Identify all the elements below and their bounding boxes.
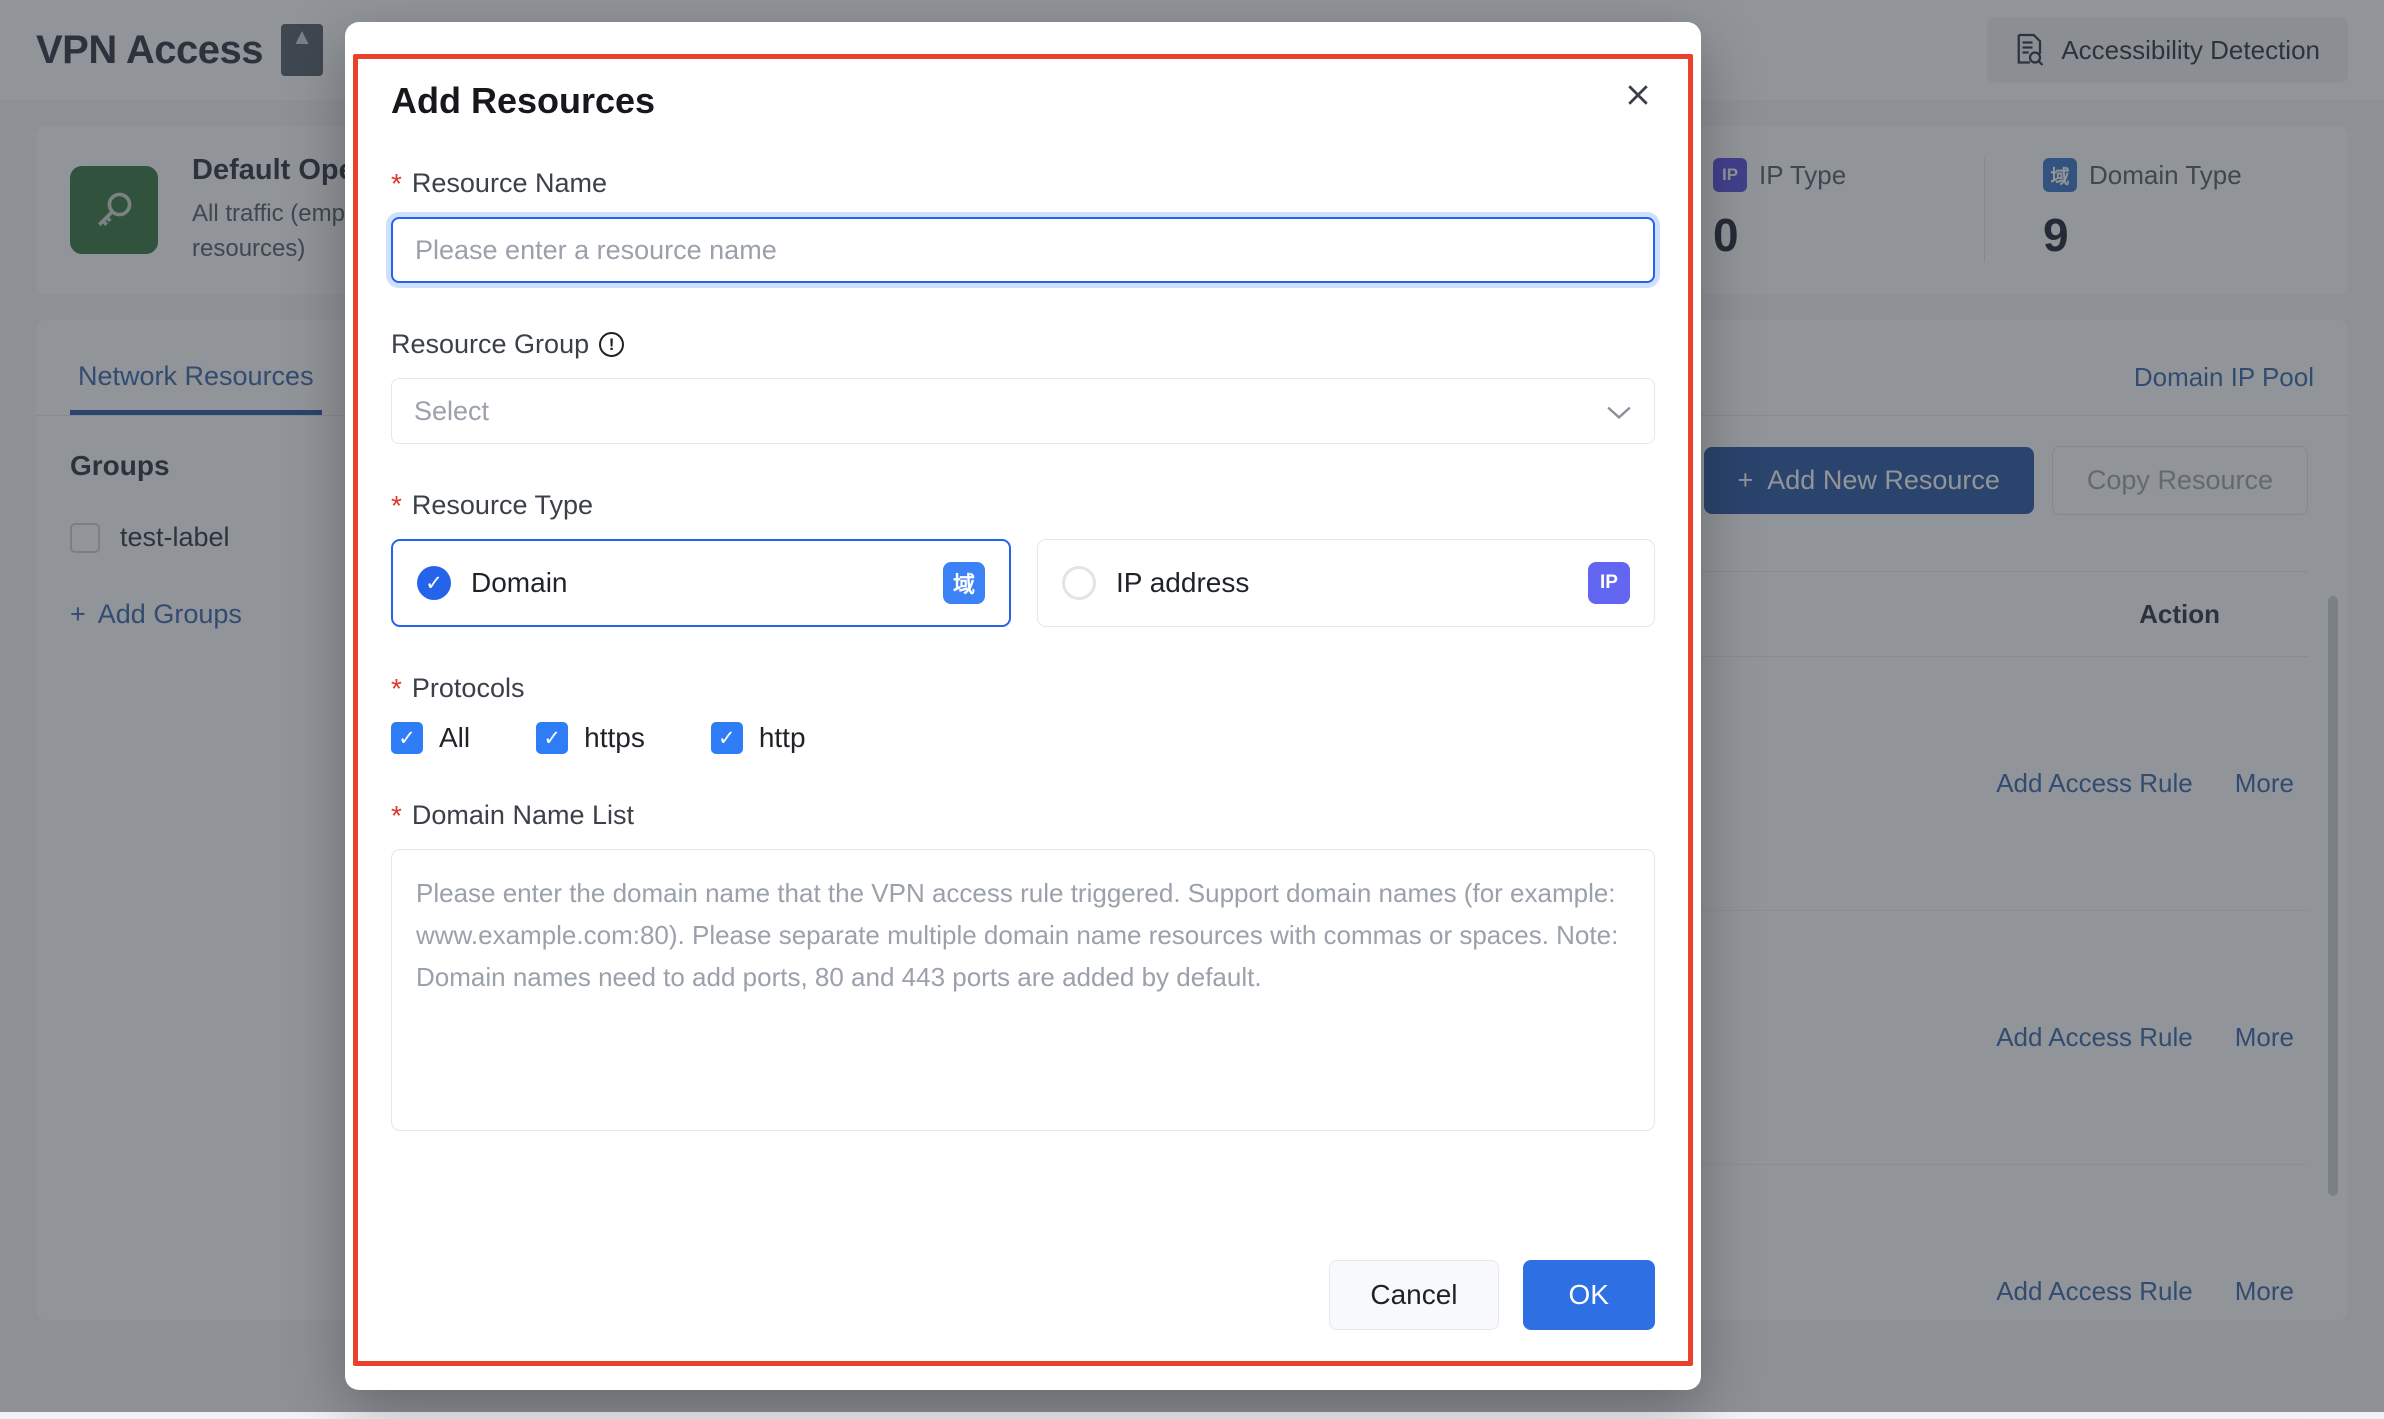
required-asterisk: * bbox=[391, 672, 402, 704]
required-asterisk: * bbox=[391, 167, 402, 199]
resource-group-label-row: Resource Group ! bbox=[391, 329, 1655, 360]
domain-name-list-field: * Domain Name List Please enter the doma… bbox=[391, 800, 1655, 1131]
protocols-options: ✓ All ✓ https ✓ http bbox=[391, 722, 1655, 754]
domain-name-list-label-row: * Domain Name List bbox=[391, 800, 1655, 831]
dialog-footer: Cancel OK bbox=[1329, 1260, 1655, 1330]
domain-name-list-placeholder: Please enter the domain name that the VP… bbox=[416, 878, 1619, 993]
protocol-option-all[interactable]: ✓ All bbox=[391, 722, 470, 754]
resource-group-placeholder: Select bbox=[414, 395, 490, 426]
protocol-option-http[interactable]: ✓ http bbox=[710, 722, 806, 754]
checkbox-checked-icon: ✓ bbox=[710, 722, 743, 754]
radio-unselected-icon bbox=[1062, 566, 1096, 600]
resource-name-label: Resource Name bbox=[411, 168, 607, 198]
resource-type-label-row: * Resource Type bbox=[391, 490, 1655, 521]
close-icon[interactable] bbox=[1621, 80, 1655, 114]
ok-button[interactable]: OK bbox=[1522, 1260, 1655, 1330]
resource-name-field: * Resource Name Please enter a resource … bbox=[391, 168, 1655, 283]
resource-group-select[interactable]: Select bbox=[391, 378, 1655, 444]
info-icon[interactable]: ! bbox=[599, 332, 625, 357]
protocols-label: Protocols bbox=[411, 673, 525, 703]
required-asterisk: * bbox=[391, 799, 402, 831]
dialog-title: Add Resources bbox=[391, 80, 656, 121]
resource-name-input[interactable]: Please enter a resource name bbox=[391, 217, 1655, 283]
protocols-label-row: * Protocols bbox=[391, 673, 1655, 704]
protocol-all-label: All bbox=[439, 722, 471, 753]
protocol-option-https[interactable]: ✓ https bbox=[536, 722, 645, 754]
protocol-https-label: https bbox=[584, 722, 645, 753]
resource-group-label: Resource Group bbox=[391, 329, 590, 359]
resource-name-label-row: * Resource Name bbox=[391, 168, 1655, 199]
add-resources-dialog: Add Resources * Resource Name Please ent… bbox=[345, 22, 1701, 1390]
resource-type-ip-label: IP address bbox=[1116, 567, 1250, 598]
resource-group-field: Resource Group ! Select bbox=[391, 329, 1655, 444]
domain-name-list-label: Domain Name List bbox=[411, 800, 634, 830]
resource-type-options: ✓ Domain 域 IP address IP bbox=[391, 539, 1655, 627]
radio-selected-icon: ✓ bbox=[417, 566, 451, 600]
resource-type-option-ip[interactable]: IP address IP bbox=[1037, 539, 1655, 627]
chevron-down-icon bbox=[1606, 396, 1632, 427]
domain-name-list-textarea[interactable]: Please enter the domain name that the VP… bbox=[391, 849, 1655, 1131]
cancel-button[interactable]: Cancel bbox=[1329, 1260, 1499, 1330]
domain-badge-icon: 域 bbox=[943, 562, 985, 604]
resource-type-field: * Resource Type ✓ Domain 域 IP address IP bbox=[391, 490, 1655, 627]
ip-badge-icon: IP bbox=[1588, 562, 1630, 604]
protocol-http-label: http bbox=[758, 722, 806, 753]
required-asterisk: * bbox=[391, 489, 402, 521]
resource-type-domain-label: Domain bbox=[471, 567, 568, 598]
checkbox-checked-icon: ✓ bbox=[391, 722, 423, 754]
resource-type-label: Resource Type bbox=[411, 490, 594, 520]
resource-name-placeholder: Please enter a resource name bbox=[415, 234, 777, 265]
checkbox-checked-icon: ✓ bbox=[536, 722, 569, 754]
protocols-field: * Protocols ✓ All ✓ https ✓ http bbox=[391, 673, 1655, 754]
resource-type-option-domain[interactable]: ✓ Domain 域 bbox=[391, 539, 1011, 627]
